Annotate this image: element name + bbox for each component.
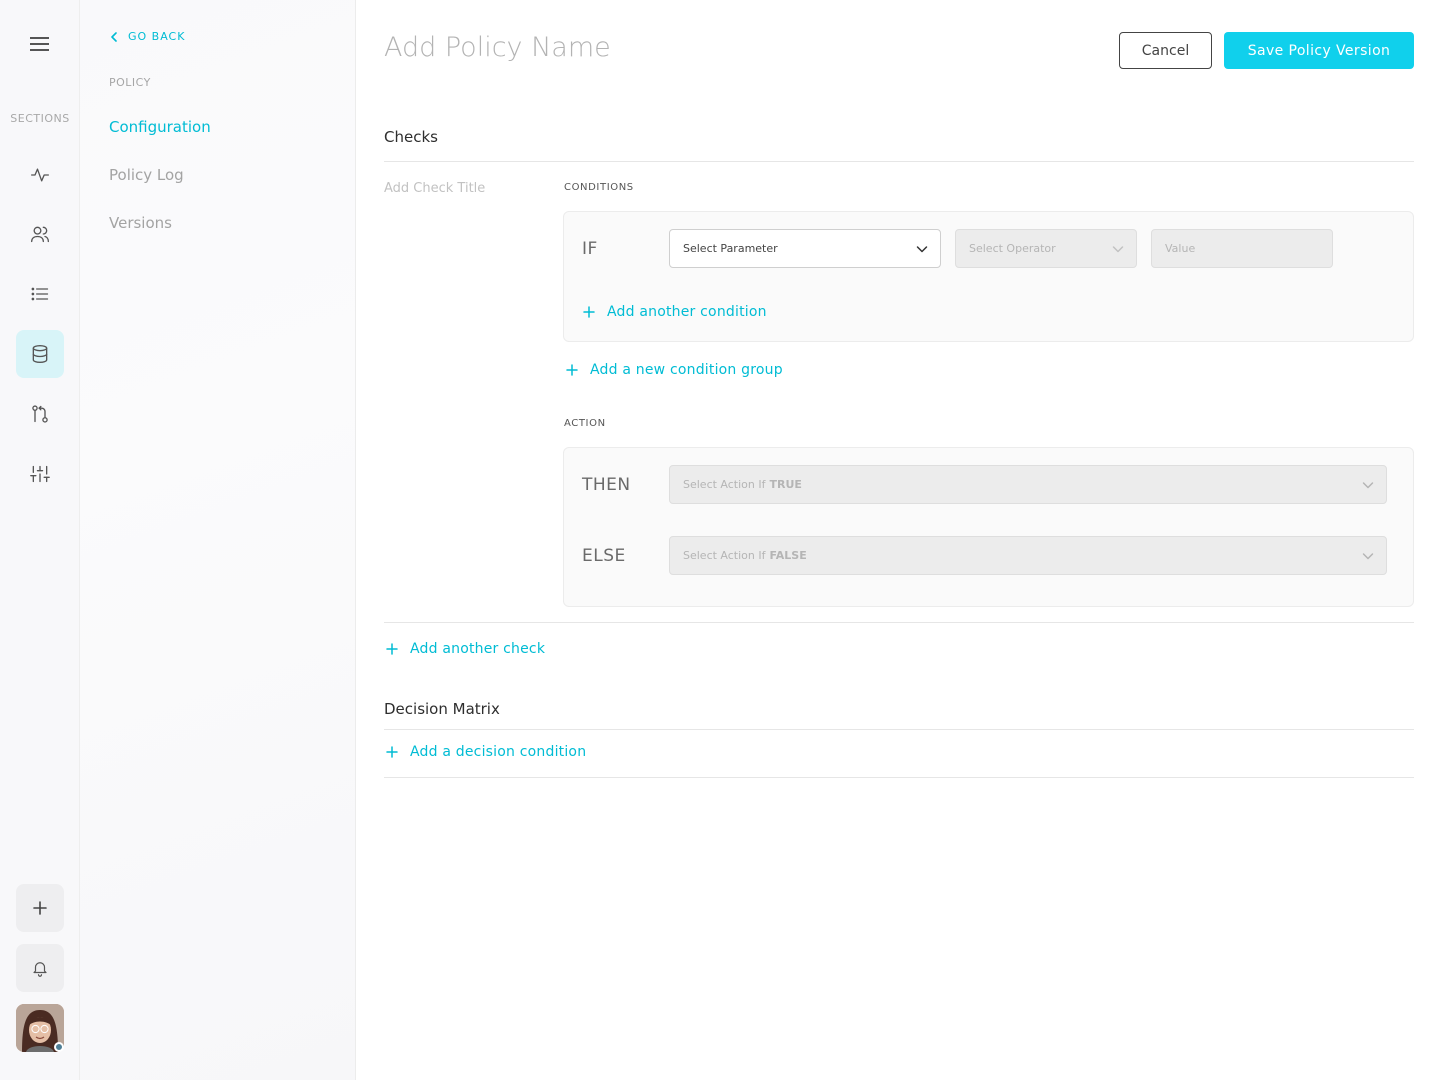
plus-icon (566, 364, 578, 376)
plus-icon (386, 746, 398, 758)
add-condition-group-link[interactable]: Add a new condition group (566, 362, 783, 378)
then-action-prefix: Select Action If (683, 478, 766, 491)
add-condition-group-label: Add a new condition group (590, 362, 783, 378)
add-decision-condition-link[interactable]: Add a decision condition (386, 744, 586, 760)
chevron-down-icon (1362, 553, 1374, 560)
checks-heading: Checks (384, 128, 438, 146)
sections-label: SECTIONS (10, 112, 70, 125)
else-action-select[interactable]: Select Action If FALSE (669, 536, 1387, 575)
action-group: THEN Select Action If TRUE ELSE Select A… (563, 447, 1414, 607)
parameter-select-label: Select Parameter (683, 242, 778, 255)
add-another-condition-link[interactable]: Add another condition (583, 304, 767, 320)
activity-icon (31, 168, 49, 182)
plus-icon (583, 306, 595, 318)
parameter-select[interactable]: Select Parameter (669, 229, 941, 268)
check-title-input[interactable]: Add Check Title (384, 181, 485, 196)
go-back-label: GO BACK (128, 30, 186, 43)
checks-divider (384, 161, 1414, 162)
subnav-item-policy-log[interactable]: Policy Log (109, 166, 184, 184)
go-back-link[interactable]: GO BACK (110, 30, 185, 43)
rail-item-list[interactable] (16, 270, 64, 318)
notifications-button[interactable] (16, 944, 64, 992)
subnav-item-versions[interactable]: Versions (109, 214, 172, 232)
add-another-check-link[interactable]: Add another check (386, 641, 545, 657)
policy-name-input[interactable]: Add Policy Name (384, 32, 611, 63)
rail-item-sliders[interactable] (16, 450, 64, 498)
policy-sidebar: GO BACK POLICY Configuration Policy Log … (80, 0, 356, 1080)
else-action-prefix: Select Action If (683, 549, 766, 562)
plus-icon (33, 901, 47, 915)
operator-select-label: Select Operator (969, 242, 1056, 255)
chevron-down-icon (1112, 246, 1124, 253)
save-policy-version-button[interactable]: Save Policy Version (1224, 32, 1414, 69)
decision-matrix-heading: Decision Matrix (384, 700, 500, 718)
subnav-item-configuration[interactable]: Configuration (109, 118, 211, 136)
rail-item-users[interactable] (16, 210, 64, 258)
decision-divider-top (384, 729, 1414, 730)
policy-editor: Add Policy Name Cancel Save Policy Versi… (356, 0, 1440, 1080)
policy-section-title: POLICY (109, 76, 151, 89)
then-action-select[interactable]: Select Action If TRUE (669, 465, 1387, 504)
rail-item-database[interactable] (16, 330, 64, 378)
icon-rail: SECTIONS (0, 0, 80, 1080)
chevron-down-icon (916, 246, 928, 253)
add-decision-condition-label: Add a decision condition (410, 744, 587, 760)
decision-divider-bottom (384, 777, 1414, 778)
operator-select[interactable]: Select Operator (955, 229, 1137, 268)
conditions-label: CONDITIONS (564, 182, 634, 193)
chevron-left-icon (111, 31, 117, 42)
rail-item-branches[interactable] (16, 390, 64, 438)
then-action-bold: TRUE (769, 478, 802, 491)
chevron-down-icon (1362, 482, 1374, 489)
plus-icon (386, 643, 398, 655)
hamburger-menu-icon[interactable] (28, 34, 52, 54)
then-keyword: THEN (582, 475, 631, 495)
rail-item-activity[interactable] (16, 151, 64, 199)
add-another-check-label: Add another check (410, 641, 546, 657)
action-label: ACTION (564, 418, 606, 429)
value-input[interactable]: Value (1151, 229, 1333, 268)
sliders-icon (30, 465, 50, 483)
add-another-condition-label: Add another condition (607, 304, 767, 320)
check-divider (384, 622, 1414, 623)
bell-icon (33, 962, 47, 977)
if-keyword: IF (582, 239, 598, 259)
else-keyword: ELSE (582, 546, 626, 566)
list-icon (31, 287, 49, 301)
database-icon (32, 345, 48, 364)
cancel-button[interactable]: Cancel (1119, 32, 1212, 69)
online-status-indicator (54, 1042, 64, 1052)
condition-group: IF Select Parameter Select Operator Valu… (563, 211, 1414, 342)
git-branch-icon (32, 405, 48, 423)
value-placeholder: Value (1165, 242, 1196, 255)
else-action-bold: FALSE (769, 549, 807, 562)
add-button[interactable] (16, 884, 64, 932)
users-icon (31, 226, 49, 243)
